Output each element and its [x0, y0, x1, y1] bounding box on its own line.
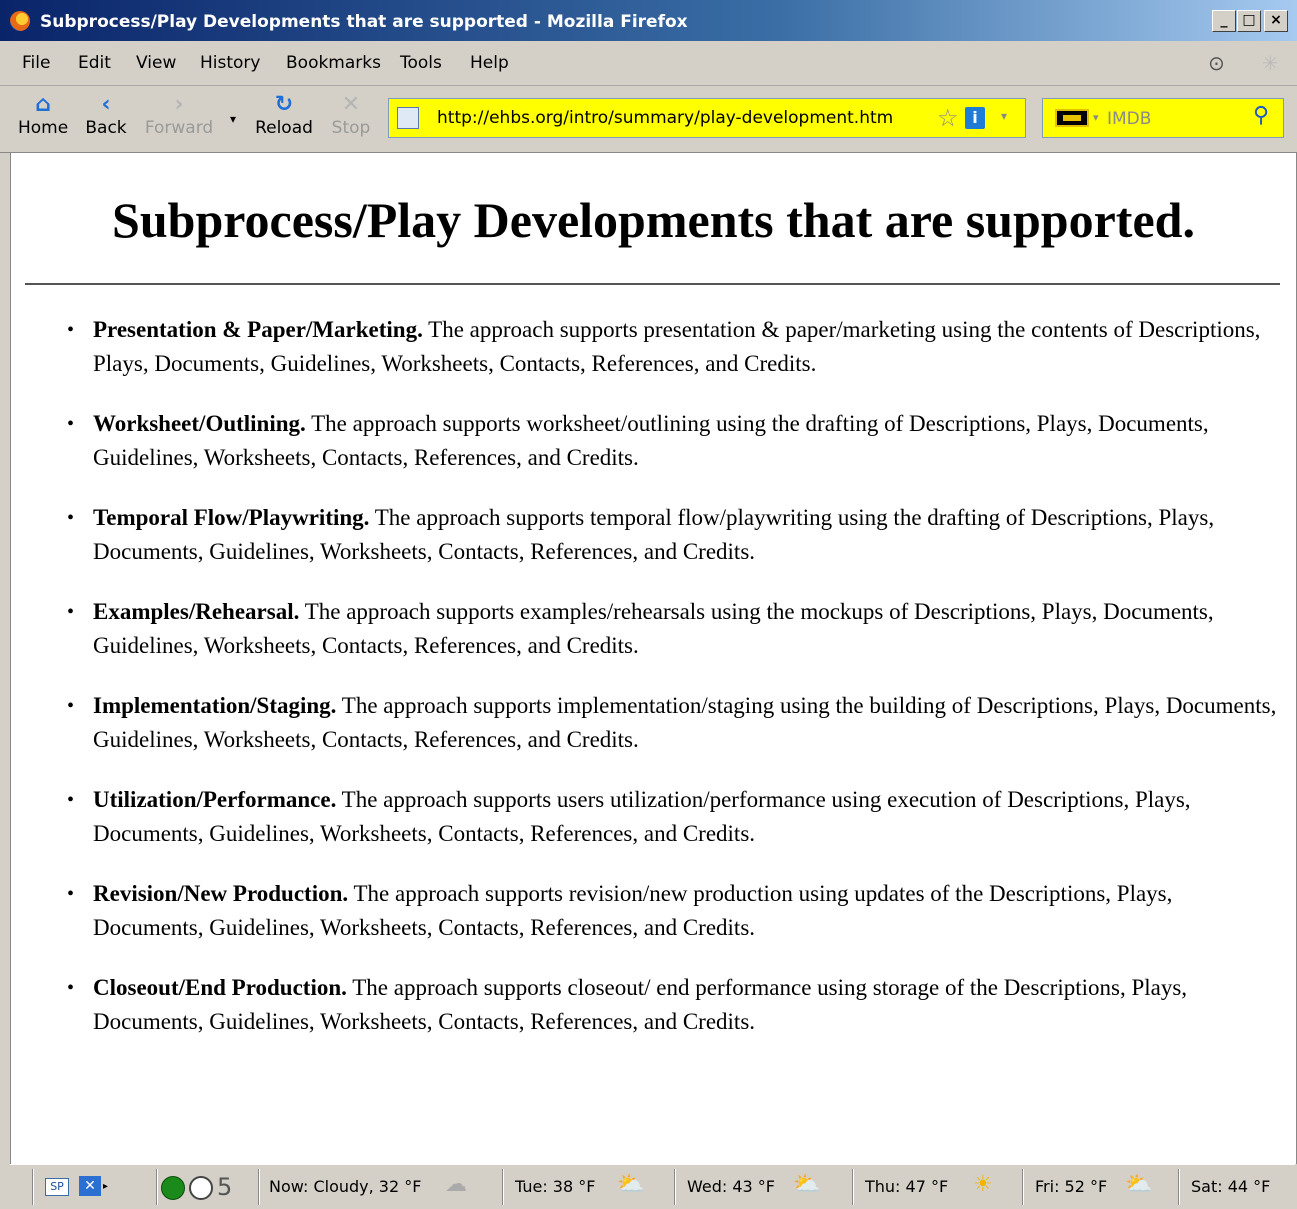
menu-bookmarks[interactable]: Bookmarks — [286, 53, 381, 73]
info-icon[interactable]: i — [965, 107, 985, 129]
history-dropdown-icon[interactable]: ▾ — [230, 112, 236, 126]
list-item: Implementation/Staging. The approach sup… — [67, 689, 1296, 757]
stop-label: Stop — [331, 118, 371, 138]
list-item: Temporal Flow/Playwriting. The approach … — [67, 501, 1296, 569]
weather-tue-label: Tue: 38 °F — [515, 1177, 596, 1196]
item-heading: Examples/Rehearsal. — [93, 599, 300, 624]
status-indicators: 5 — [156, 1169, 257, 1205]
stop-icon: ✕ — [341, 92, 361, 117]
partly-cloudy-icon: ⛅ — [617, 1172, 645, 1197]
forward-arrow-icon: › — [174, 92, 184, 117]
maximize-button[interactable]: □ — [1237, 10, 1261, 32]
search-icon[interactable]: ⚲ — [1253, 103, 1269, 128]
bookmark-star-icon[interactable]: ☆ — [937, 104, 959, 132]
address-bar[interactable]: http://ehbs.org/intro/summary/play-devel… — [388, 98, 1026, 138]
item-heading: Closeout/End Production. — [93, 975, 347, 1000]
menu-history[interactable]: History — [200, 53, 260, 73]
weather-fri-label: Fri: 52 °F — [1035, 1177, 1108, 1196]
weather-sat-label: Sat: 44 °F — [1191, 1177, 1271, 1196]
weather-now[interactable]: Now: Cloudy, 32 °F ☁ — [258, 1169, 509, 1205]
counter-label: 5 — [217, 1173, 233, 1201]
back-label: Back — [85, 118, 127, 138]
weather-now-label: Now: Cloudy, 32 °F — [269, 1177, 422, 1196]
weather-thu[interactable]: Thu: 47 °F ☀ — [852, 1169, 1033, 1205]
xmarks-icon[interactable]: ✕ — [79, 1176, 101, 1196]
weather-thu-label: Thu: 47 °F — [865, 1177, 949, 1196]
clock-icon[interactable] — [189, 1176, 213, 1200]
minimize-button[interactable]: _ — [1212, 10, 1236, 32]
search-input[interactable]: IMDB — [1107, 109, 1151, 129]
list-item: Utilization/Performance. The approach su… — [67, 783, 1296, 851]
weather-wed[interactable]: Wed: 43 °F ⛅ — [674, 1169, 861, 1205]
menu-help[interactable]: Help — [470, 53, 509, 73]
back-button[interactable]: ‹ Back — [84, 92, 128, 138]
menu-file[interactable]: File — [22, 53, 50, 73]
weather-wed-label: Wed: 43 °F — [687, 1177, 776, 1196]
list-item: Presentation & Paper/Marketing. The appr… — [67, 313, 1296, 381]
menu-bar: File Edit View History Bookmarks Tools H… — [0, 41, 1297, 86]
partly-cloudy-icon: ⛅ — [1125, 1172, 1153, 1197]
status-addon-area: SP ✕ ▸ — [32, 1169, 153, 1205]
sun-icon: ☀ — [973, 1172, 993, 1197]
status-green-icon[interactable] — [161, 1176, 185, 1200]
forward-button[interactable]: › Forward — [142, 92, 216, 138]
item-heading: Worksheet/Outlining. — [93, 411, 306, 436]
cloud-icon: ☁ — [445, 1172, 467, 1197]
reload-button[interactable]: ↻ Reload — [254, 92, 314, 138]
site-identity-icon[interactable] — [397, 107, 419, 129]
weather-fri[interactable]: Fri: 52 °F ⛅ — [1022, 1169, 1187, 1205]
activity-icon[interactable]: ⊙ — [1208, 51, 1225, 75]
page-title: Subprocess/Play Developments that are su… — [112, 192, 1195, 248]
list-item: Closeout/End Production. The approach su… — [67, 971, 1296, 1039]
imdb-engine-icon[interactable] — [1055, 109, 1089, 127]
list-item: Examples/Rehearsal. The approach support… — [67, 595, 1296, 663]
menu-edit[interactable]: Edit — [78, 53, 111, 73]
menu-view[interactable]: View — [136, 53, 176, 73]
status-bar: SP ✕ ▸ 5 Now: Cloudy, 32 °F ☁ Tue: 38 °F… — [10, 1164, 1295, 1209]
xmarks-dropdown-icon[interactable]: ▸ — [103, 1169, 108, 1205]
weather-sat[interactable]: Sat: 44 °F — [1178, 1169, 1297, 1205]
window-title: Subprocess/Play Developments that are su… — [40, 12, 688, 32]
firefox-icon[interactable] — [10, 11, 30, 31]
home-icon: ⌂ — [35, 92, 51, 117]
url-dropdown-icon[interactable]: ▾ — [1001, 109, 1007, 123]
development-list: Presentation & Paper/Marketing. The appr… — [11, 313, 1296, 1039]
reload-icon: ↻ — [274, 92, 294, 117]
item-heading: Temporal Flow/Playwriting. — [93, 505, 370, 530]
partly-cloudy-icon: ⛅ — [793, 1172, 821, 1197]
horizontal-rule — [25, 283, 1280, 285]
item-heading: Presentation & Paper/Marketing. — [93, 317, 423, 342]
sp-icon[interactable]: SP — [45, 1178, 69, 1196]
list-item: Revision/New Production. The approach su… — [67, 877, 1296, 945]
home-button[interactable]: ⌂ Home — [18, 92, 68, 138]
back-arrow-icon: ‹ — [101, 92, 111, 117]
search-bar[interactable]: ▾ IMDB ⚲ — [1042, 98, 1284, 138]
close-button[interactable]: × — [1264, 10, 1288, 32]
page-content: Subprocess/Play Developments that are su… — [10, 153, 1297, 1164]
reload-label: Reload — [255, 118, 313, 138]
item-heading: Utilization/Performance. — [93, 787, 337, 812]
home-label: Home — [18, 118, 69, 138]
throbber-icon: ✳ — [1262, 51, 1279, 75]
list-item: Worksheet/Outlining. The approach suppor… — [67, 407, 1296, 475]
item-heading: Implementation/Staging. — [93, 693, 337, 718]
menu-tools[interactable]: Tools — [400, 53, 442, 73]
title-bar: Subprocess/Play Developments that are su… — [0, 0, 1297, 41]
url-input[interactable]: http://ehbs.org/intro/summary/play-devel… — [437, 108, 893, 128]
item-heading: Revision/New Production. — [93, 881, 349, 906]
engine-dropdown-icon[interactable]: ▾ — [1093, 111, 1099, 124]
stop-button[interactable]: ✕ Stop — [330, 92, 372, 138]
weather-tue[interactable]: Tue: 38 °F ⛅ — [502, 1169, 683, 1205]
forward-label: Forward — [144, 118, 214, 138]
